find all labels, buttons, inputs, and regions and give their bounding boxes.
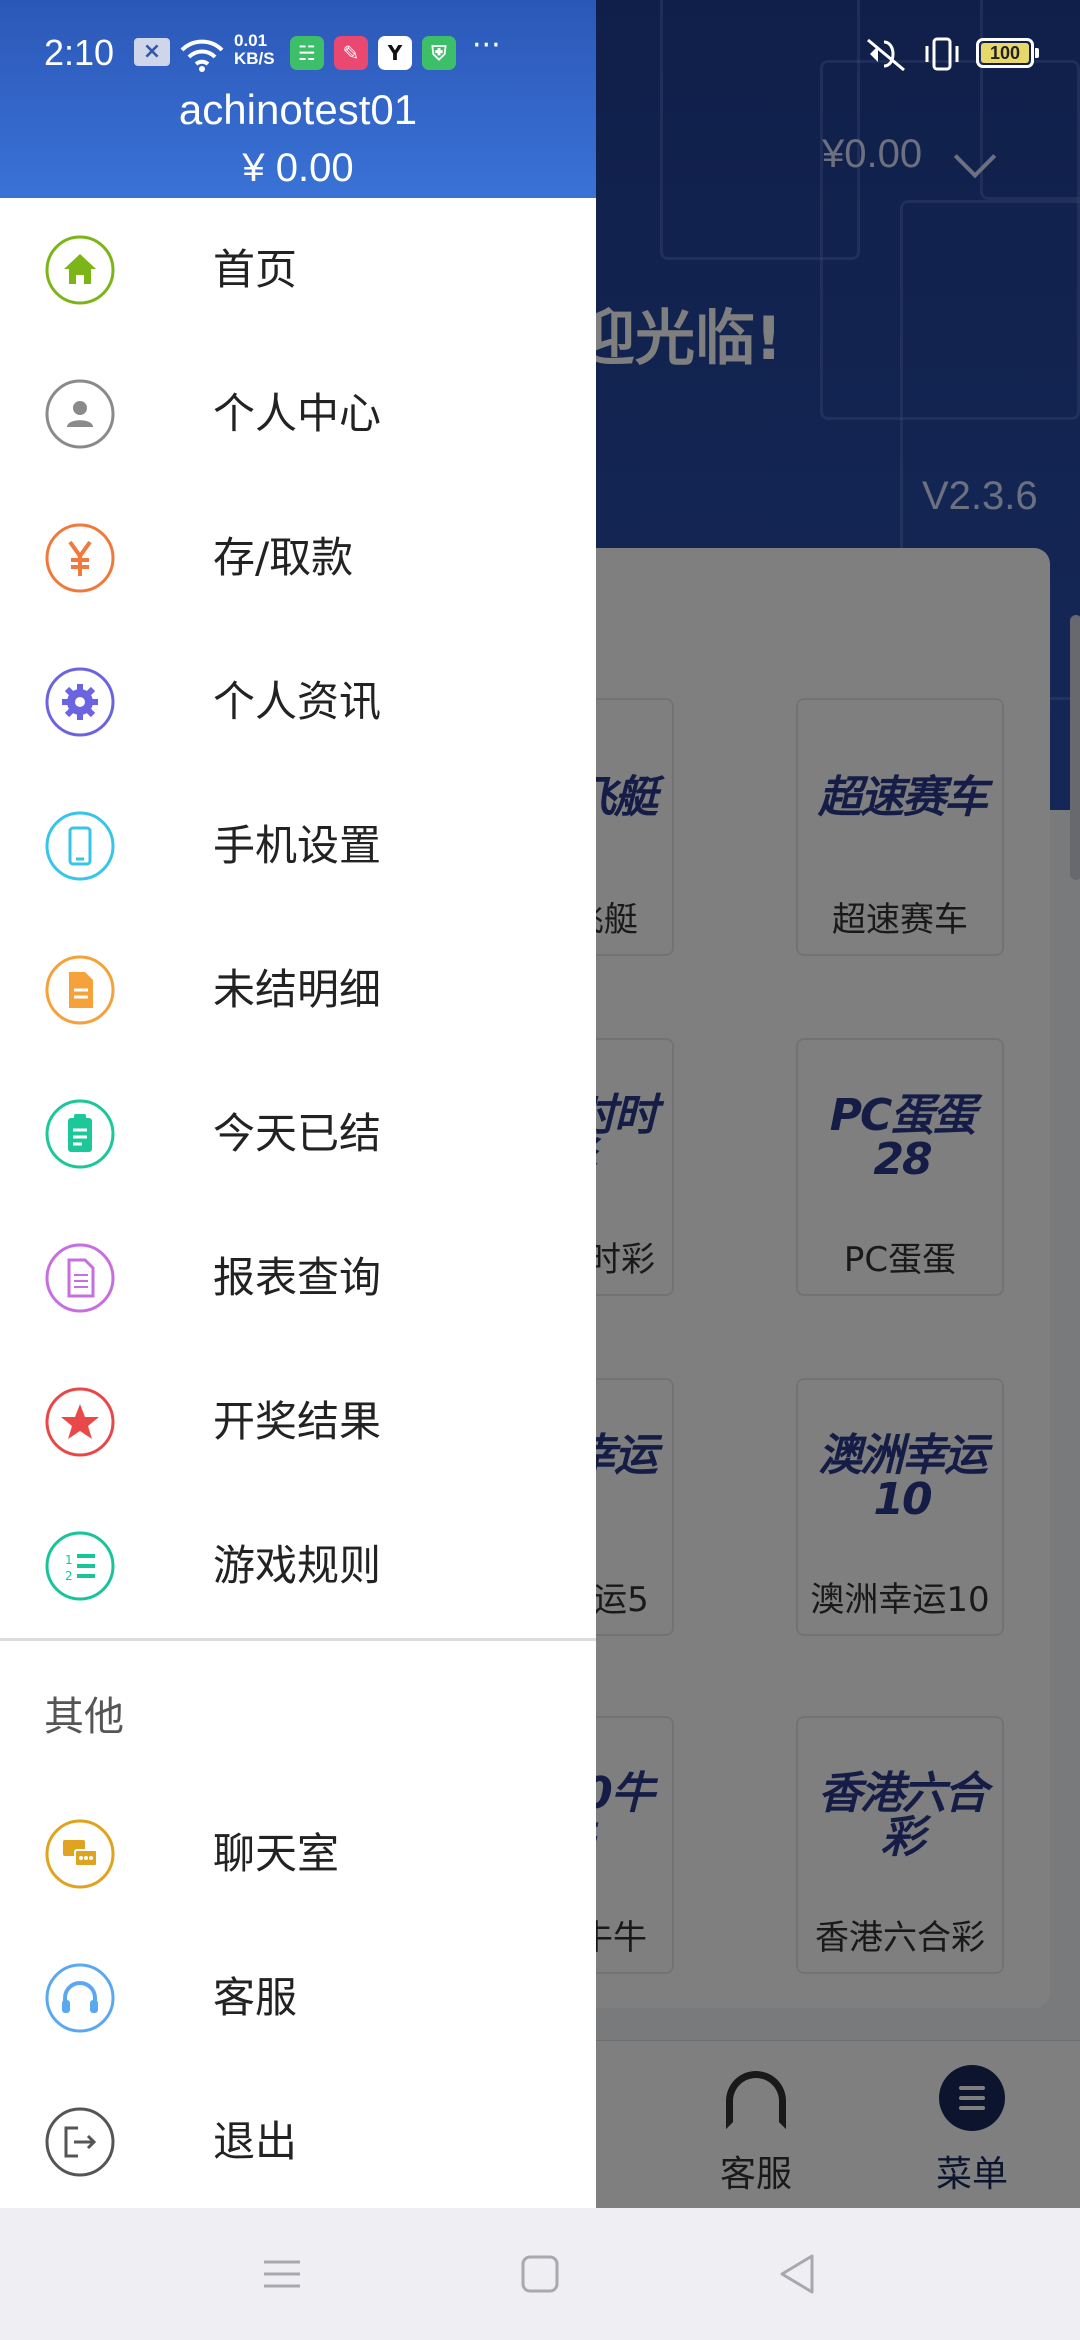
menu-item-unsettled[interactable]: 未结明细 xyxy=(0,918,596,1062)
status-bar: 2:10 × 0.01 KB/S ☵ ✎ Y ⛨ ··· 100 xyxy=(0,0,1080,84)
star-icon xyxy=(45,1387,115,1457)
network-speed-unit: KB/S xyxy=(234,49,275,68)
svg-text:1: 1 xyxy=(65,1553,73,1567)
chat-icon xyxy=(45,1819,115,1889)
home-icon xyxy=(45,235,115,305)
phone-icon xyxy=(45,811,115,881)
section-header-other: 其他 xyxy=(44,1694,124,1740)
logout-icon xyxy=(45,2107,115,2177)
menu-item-personal-info[interactable]: 个人资讯 xyxy=(0,630,596,774)
app-notification-icon: ☵ xyxy=(290,36,324,70)
menu-item-home[interactable]: 首页 xyxy=(0,198,596,342)
menu-item-reports[interactable]: 报表查询 xyxy=(0,1206,596,1350)
menu-label: 聊天室 xyxy=(213,1829,340,1878)
menu-label: 手机设置 xyxy=(213,821,382,870)
battery-level: 100 xyxy=(981,43,1029,63)
app-notification-icon: ⛨ xyxy=(422,36,456,70)
menu-label: 退出 xyxy=(213,2117,298,2166)
menu-item-phone-settings[interactable]: 手机设置 xyxy=(0,774,596,918)
status-time: 2:10 xyxy=(44,32,115,73)
clipboard-icon xyxy=(45,1099,115,1169)
mute-icon xyxy=(867,38,905,72)
menu-label: 开奖结果 xyxy=(213,1397,382,1446)
app-notification-icon: ✎ xyxy=(334,36,368,70)
system-nav-bar xyxy=(0,2208,1080,2340)
menu-label: 客服 xyxy=(213,1973,298,2022)
username: achinotest01 xyxy=(178,86,418,133)
menu-item-deposit-withdraw[interactable]: 存/取款 xyxy=(0,486,596,630)
menu-label: 存/取款 xyxy=(213,533,354,582)
menu-item-settled-today[interactable]: 今天已结 xyxy=(0,1062,596,1206)
menu-label: 未结明细 xyxy=(213,965,382,1014)
divider xyxy=(0,1638,596,1641)
more-notifications-icon: ··· xyxy=(472,28,501,63)
headset-icon xyxy=(45,1963,115,2033)
battery-icon: 100 xyxy=(976,38,1039,68)
document-icon xyxy=(45,955,115,1025)
network-speed: 0.01 KB/S xyxy=(234,32,275,68)
app-notification-icon: Y xyxy=(378,36,412,70)
menu-item-customer-service[interactable]: 客服 xyxy=(0,1926,596,2070)
network-speed-value: 0.01 xyxy=(234,31,268,50)
user-icon xyxy=(45,379,115,449)
notification-x-icon: × xyxy=(134,38,170,66)
home-nav-icon[interactable] xyxy=(512,2246,568,2302)
list-icon: 1 2 xyxy=(45,1531,115,1601)
menu-item-profile[interactable]: 个人中心 xyxy=(0,342,596,486)
menu-item-logout[interactable]: 退出 xyxy=(0,2070,596,2214)
wifi-icon xyxy=(180,39,224,72)
menu-label: 今天已结 xyxy=(213,1109,382,1158)
menu-item-chatroom[interactable]: 聊天室 xyxy=(0,1782,596,1926)
menu-label: 个人中心 xyxy=(213,389,382,438)
menu-label: 报表查询 xyxy=(213,1253,382,1302)
menu-nav-icon[interactable] xyxy=(254,2246,310,2302)
menu-label: 个人资讯 xyxy=(213,677,382,726)
report-icon xyxy=(45,1243,115,1313)
menu-item-game-rules[interactable]: 1 2 游戏规则 xyxy=(0,1494,596,1638)
svg-text:2: 2 xyxy=(65,1569,73,1583)
yen-icon xyxy=(45,523,115,593)
account-balance: ¥ 0.00 xyxy=(242,146,354,190)
menu-item-draw-results[interactable]: 开奖结果 xyxy=(0,1350,596,1494)
navigation-drawer: achinotest01 ¥ 0.00 首页 个人中心 存/取款 个人资讯 手机… xyxy=(0,0,596,2208)
back-nav-icon[interactable] xyxy=(770,2246,826,2302)
vibrate-icon xyxy=(925,37,959,71)
gear-icon xyxy=(45,667,115,737)
menu-label: 游戏规则 xyxy=(213,1541,382,1590)
menu-label: 首页 xyxy=(213,245,298,294)
